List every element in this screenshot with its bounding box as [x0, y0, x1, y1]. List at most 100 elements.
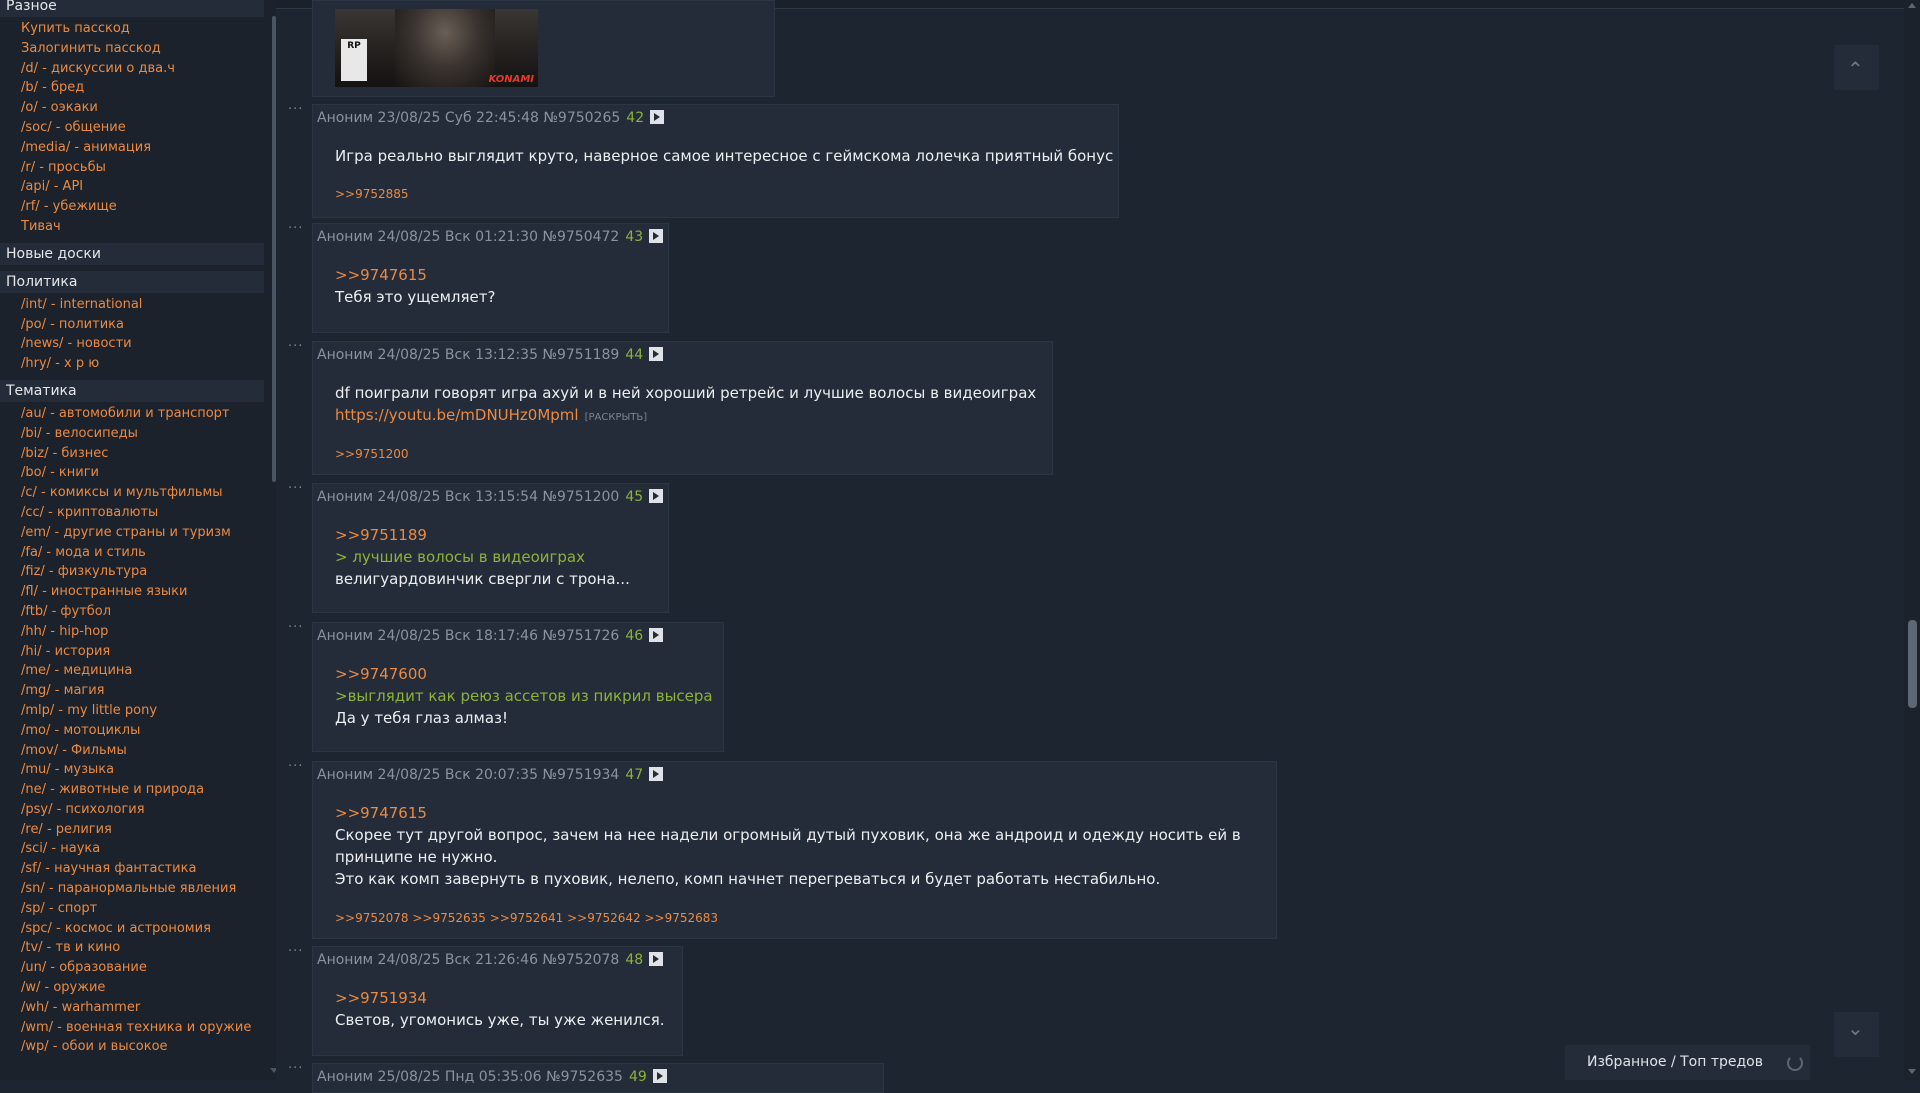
sidebar-section-title[interactable]: Новые доски [0, 242, 264, 265]
post-meta[interactable]: Аноним 24/08/25 Вск 18:17:46 №9751726 [317, 628, 619, 644]
post-meta[interactable]: Аноним 24/08/25 Вск 01:21:30 №9750472 [317, 229, 619, 245]
sidebar-board-link[interactable]: /bi/ - велосипеды [21, 424, 264, 444]
greentext-quote: > лучшие волосы в видеоиграх [335, 548, 585, 566]
post-meta[interactable]: Аноним 24/08/25 Вск 21:26:46 №9752078 [317, 952, 619, 968]
scroll-up-button[interactable]: ⌃ [1834, 45, 1879, 90]
favorites-bar[interactable]: Избранное / Топ тредов [1565, 1045, 1810, 1080]
sidebar-board-link[interactable]: /news/ - новости [21, 334, 264, 354]
sidebar-section-title[interactable]: Политика [0, 270, 264, 293]
sidebar-board-link[interactable]: /c/ - комиксы и мультфильмы [21, 483, 264, 503]
expand-link[interactable]: [РАСКРЫТЬ] [585, 412, 648, 423]
post-reply-link[interactable]: >>9747615 [335, 804, 427, 822]
post-menu-dots[interactable]: ··· [288, 102, 303, 117]
play-icon[interactable] [649, 628, 664, 642]
post-meta[interactable]: Аноним 24/08/25 Вск 13:15:54 №9751200 [317, 489, 619, 505]
sidebar-board-link[interactable]: /sci/ - наука [21, 839, 264, 859]
sidebar-board-link[interactable]: /sp/ - спорт [21, 899, 264, 919]
post-meta[interactable]: Аноним 25/08/25 Пнд 05:35:06 №9752635 [317, 1069, 623, 1085]
page-scrollbar[interactable] [1904, 0, 1920, 1080]
sidebar-board-link[interactable]: /au/ - автомобили и транспорт [21, 404, 264, 424]
sidebar-board-link[interactable]: /po/ - политика [21, 315, 264, 335]
post-replies[interactable]: >>9751200 [335, 447, 409, 461]
sidebar-board-link[interactable]: /spc/ - космос и астрономия [21, 919, 264, 939]
sidebar-board-link[interactable]: /me/ - медицина [21, 661, 264, 681]
post-replies[interactable]: >>9752885 [335, 187, 409, 201]
sidebar-board-link[interactable]: /ne/ - животные и природа [21, 780, 264, 800]
sidebar-board-link[interactable]: Залогинить пасскод [21, 39, 264, 59]
post-menu-dots[interactable]: ··· [288, 1061, 303, 1076]
sidebar-board-link[interactable]: /un/ - образование [21, 958, 264, 978]
post-menu-dots[interactable]: ··· [288, 339, 303, 354]
play-icon[interactable] [649, 767, 664, 781]
youtube-link[interactable]: https://youtu.be/mDNUHz0Mpml [335, 406, 579, 424]
sidebar-board-link[interactable]: /bo/ - книги [21, 463, 264, 483]
sidebar-board-link[interactable]: /hh/ - hip-hop [21, 622, 264, 642]
sidebar-board-link[interactable]: /fa/ - мода и стиль [21, 543, 264, 563]
sidebar-board-link[interactable]: /mu/ - музыка [21, 760, 264, 780]
scroll-down-button[interactable]: ⌄ [1834, 1012, 1879, 1057]
favorites-label[interactable]: Избранное / Топ тредов [1587, 1054, 1763, 1070]
sidebar-board-link[interactable]: /fiz/ - физкультура [21, 562, 264, 582]
sidebar-board-link[interactable]: /mov/ - Фильмы [21, 741, 264, 761]
post-reply-link[interactable]: >>9751189 [335, 526, 427, 544]
post-meta[interactable]: Аноним 24/08/25 Вск 20:07:35 №9751934 [317, 767, 619, 783]
sidebar-board-link[interactable]: /media/ - анимация [21, 138, 264, 158]
post-menu-dots[interactable]: ··· [288, 481, 303, 496]
post-replies[interactable]: >>9752078 >>9752635 >>9752641 >>9752642 … [335, 911, 718, 925]
sidebar-scroll-down[interactable] [270, 1068, 276, 1073]
sidebar-board-link[interactable]: /re/ - религия [21, 820, 264, 840]
sidebar-board-link[interactable]: /tv/ - тв и кино [21, 938, 264, 958]
sidebar-board-link[interactable]: /mg/ - магия [21, 681, 264, 701]
sidebar-board-link[interactable]: Купить пасскод [21, 19, 264, 39]
post-meta[interactable]: Аноним 24/08/25 Вск 13:12:35 №9751189 [317, 347, 619, 363]
play-icon[interactable] [649, 952, 664, 966]
post-menu-dots[interactable]: ··· [288, 944, 303, 959]
sidebar-board-link[interactable]: /d/ - дискуссии о два.ч [21, 59, 264, 79]
sidebar-board-link[interactable]: /b/ - бред [21, 78, 264, 98]
sidebar-board-link[interactable]: /hi/ - история [21, 642, 264, 662]
sidebar-board-link[interactable]: /hry/ - х р ю [21, 354, 264, 374]
post-reply-link[interactable]: >>9747600 [335, 665, 427, 683]
play-icon[interactable] [649, 229, 664, 243]
sidebar-board-link[interactable]: /r/ - просьбы [21, 158, 264, 178]
sidebar-board-link[interactable]: /o/ - оэкаки [21, 98, 264, 118]
post-image[interactable]: RP KONAMI [335, 9, 538, 87]
page-scrollbar-thumb[interactable] [1908, 620, 1917, 708]
sidebar-board-link[interactable]: /sf/ - научная фантастика [21, 859, 264, 879]
sidebar-board-link[interactable]: /api/ - API [21, 177, 264, 197]
play-icon[interactable] [649, 489, 664, 503]
post-meta[interactable]: Аноним 23/08/25 Суб 22:45:48 №9750265 [317, 110, 620, 126]
post-body: >>9747615 Тебя это ущемляет? [335, 264, 495, 308]
refresh-icon[interactable] [1787, 1055, 1803, 1071]
scroll-arrow-down[interactable] [1908, 1069, 1916, 1074]
sidebar-board-link[interactable]: /mo/ - мотоциклы [21, 721, 264, 741]
sidebar-section-title[interactable]: Разное [0, 0, 264, 17]
post-menu-dots[interactable]: ··· [288, 221, 303, 236]
sidebar-board-link[interactable]: /wp/ - обои и высокое [21, 1037, 264, 1057]
sidebar-board-link[interactable]: /psy/ - психология [21, 800, 264, 820]
sidebar-board-link[interactable]: /em/ - другие страны и туризм [21, 523, 264, 543]
post-reply-link[interactable]: >>9751934 [335, 989, 427, 1007]
sidebar-board-link[interactable]: /w/ - оружие [21, 978, 264, 998]
sidebar-board-link[interactable]: /rf/ - убежище [21, 197, 264, 217]
play-icon[interactable] [652, 1069, 667, 1083]
sidebar-board-link[interactable]: /wh/ - warhammer [21, 998, 264, 1018]
sidebar-board-link[interactable]: /int/ - international [21, 295, 264, 315]
sidebar-board-link[interactable]: /cc/ - криптовалюты [21, 503, 264, 523]
sidebar-section-title[interactable]: Тематика [0, 379, 264, 402]
sidebar-board-link[interactable]: /sn/ - паранормальные явления [21, 879, 264, 899]
sidebar-board-link[interactable]: /fl/ - иностранные языки [21, 582, 264, 602]
sidebar-board-link[interactable]: /biz/ - бизнес [21, 444, 264, 464]
sidebar-scrollbar[interactable] [272, 16, 276, 482]
post-menu-dots[interactable]: ··· [288, 759, 303, 774]
scroll-arrow-up[interactable] [1908, 3, 1916, 8]
sidebar-board-link[interactable]: /wm/ - военная техника и оружие [21, 1018, 264, 1038]
sidebar-board-link[interactable]: /mlp/ - my little pony [21, 701, 264, 721]
post-reply-link[interactable]: >>9747615 [335, 266, 427, 284]
sidebar-board-link[interactable]: /soc/ - общение [21, 118, 264, 138]
play-icon[interactable] [650, 110, 665, 124]
sidebar-board-link[interactable]: /ftb/ - футбол [21, 602, 264, 622]
post-menu-dots[interactable]: ··· [288, 620, 303, 635]
play-icon[interactable] [649, 347, 664, 361]
sidebar-board-link[interactable]: Тивач [21, 217, 264, 237]
